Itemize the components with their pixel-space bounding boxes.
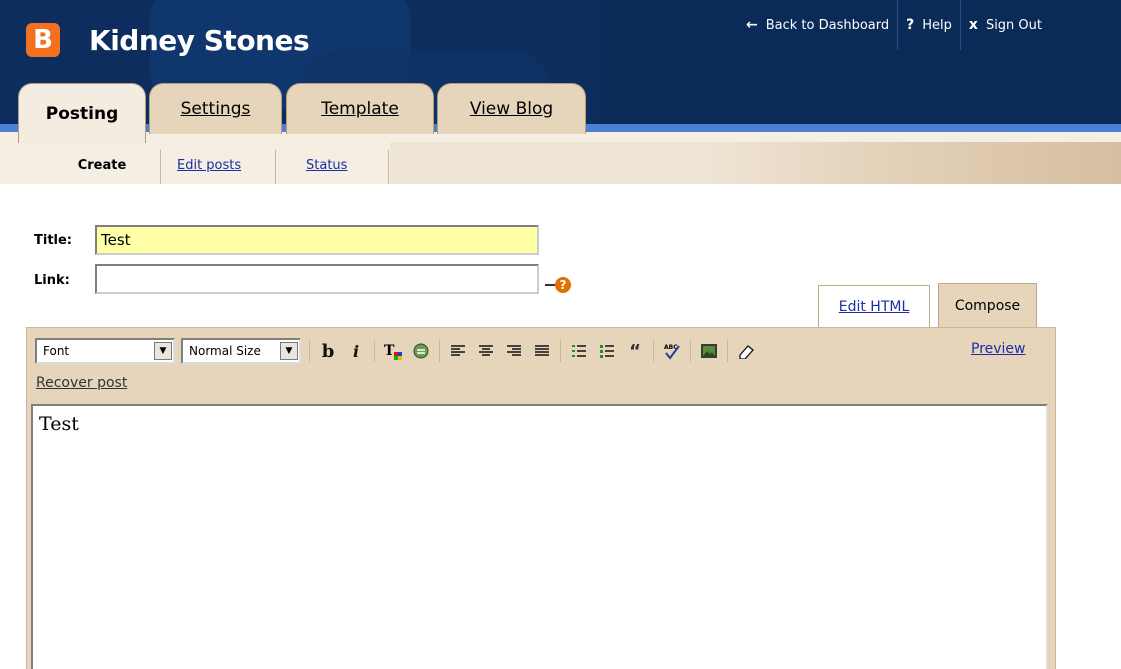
left-arrow-icon: ← (746, 17, 758, 33)
tab-edit-html-label: Edit HTML (838, 298, 910, 315)
close-icon: x (968, 17, 978, 33)
back-to-dashboard-label: Back to Dashboard (765, 17, 890, 33)
blockquote-icon[interactable]: “ (621, 338, 649, 364)
sign-out-link[interactable]: x Sign Out (959, 0, 1050, 50)
toolbar-divider (560, 340, 561, 362)
chevron-down-icon[interactable]: ▼ (280, 342, 298, 360)
subnav-strip (390, 142, 700, 184)
chevron-down-icon[interactable]: ▼ (154, 342, 172, 360)
tab-template[interactable]: Template (286, 83, 434, 134)
link-label: Link: (34, 273, 70, 288)
toolbar-divider (439, 340, 440, 362)
subnav-divider (275, 150, 276, 184)
tab-template-label: Template (321, 99, 399, 119)
link-input[interactable] (95, 264, 539, 294)
svg-text:T: T (384, 343, 395, 359)
toolbar-divider (374, 340, 375, 362)
size-select-value: Normal Size (189, 344, 261, 358)
subnav-edit-posts[interactable]: Edit posts (161, 147, 257, 184)
italic-icon[interactable]: i (342, 338, 370, 364)
help-link[interactable]: ? Help (897, 0, 960, 50)
tab-compose-label: Compose (954, 298, 1021, 314)
title-label: Title: (34, 233, 73, 248)
back-to-dashboard-link[interactable]: ← Back to Dashboard (740, 0, 897, 50)
help-icon: ? (906, 17, 915, 33)
preview-link[interactable]: Preview (971, 341, 1026, 357)
align-left-icon[interactable] (444, 338, 472, 364)
tab-settings-label: Settings (180, 99, 251, 119)
justify-icon[interactable] (528, 338, 556, 364)
question-icon: ? (555, 277, 571, 293)
align-right-icon[interactable] (500, 338, 528, 364)
font-select-value: Font (43, 344, 70, 358)
tab-view-blog[interactable]: View Blog (437, 83, 586, 134)
tab-posting[interactable]: Posting (18, 83, 146, 143)
toolbar-divider (309, 340, 310, 362)
blog-title: Kidney Stones (89, 24, 310, 57)
tab-view-blog-label: View Blog (469, 99, 554, 119)
subnav-status[interactable]: Status (290, 147, 363, 184)
toolbar-divider (690, 340, 691, 362)
bold-icon[interactable]: b (314, 338, 342, 364)
help-connector (545, 284, 555, 286)
top-links: ← Back to Dashboard ? Help x Sign Out (740, 0, 1050, 50)
size-select[interactable]: Normal Size ▼ (181, 338, 301, 364)
tab-edit-html[interactable]: Edit HTML (818, 285, 930, 327)
link-icon[interactable] (407, 338, 435, 364)
font-select[interactable]: Font ▼ (35, 338, 175, 364)
numbered-list-icon[interactable] (565, 338, 593, 364)
title-input[interactable] (95, 225, 539, 255)
bulleted-list-icon[interactable] (593, 338, 621, 364)
tab-posting-label: Posting (45, 103, 119, 124)
subnav-fade (700, 142, 1121, 184)
subnav-divider (388, 150, 389, 184)
post-body-editor[interactable]: Test (31, 404, 1048, 669)
toolbar-divider (727, 340, 728, 362)
text-color-icon[interactable]: T (379, 338, 407, 364)
toolbar-divider (653, 340, 654, 362)
eraser-icon[interactable] (732, 338, 760, 364)
recover-post-link[interactable]: Recover post (36, 375, 127, 391)
align-center-icon[interactable] (472, 338, 500, 364)
subnav-create[interactable]: Create (44, 147, 160, 184)
link-help-button[interactable]: ? (545, 277, 571, 293)
spellcheck-icon[interactable]: ABC (658, 338, 686, 364)
help-label: Help (922, 17, 952, 33)
sign-out-label: Sign Out (985, 17, 1042, 33)
tab-compose[interactable]: Compose (938, 283, 1037, 328)
editor-toolbar: Font ▼ Normal Size ▼ b i T “ ABC (35, 337, 760, 365)
tab-settings[interactable]: Settings (149, 83, 282, 134)
blogger-logo-icon[interactable]: B (26, 23, 60, 57)
image-icon[interactable] (695, 338, 723, 364)
